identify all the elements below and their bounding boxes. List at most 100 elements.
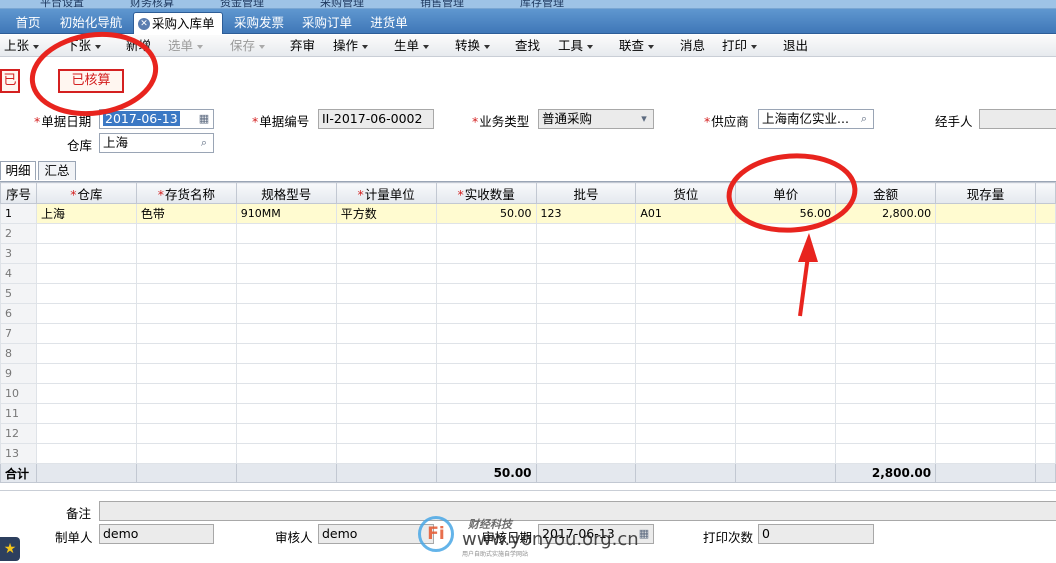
grid-cell[interactable] — [135, 443, 237, 464]
grid-cell[interactable] — [535, 263, 637, 284]
chevron-down-icon[interactable]: ▾ — [636, 111, 652, 127]
table-row[interactable]: 12 — [0, 423, 1056, 444]
grid-cell[interactable] — [135, 243, 237, 264]
close-icon[interactable]: ✕ — [138, 18, 150, 30]
grid-cell[interactable] — [835, 283, 937, 304]
grid-cell[interactable] — [35, 243, 137, 264]
top-strip-item[interactable]: 采购管理 — [320, 0, 364, 8]
grid-cell[interactable] — [635, 323, 737, 344]
grid-cell[interactable] — [135, 363, 237, 384]
favorite-star-icon[interactable]: ★ — [0, 537, 20, 561]
grid-cell[interactable] — [35, 323, 137, 344]
grid-cell[interactable] — [835, 323, 937, 344]
grid-cell[interactable] — [135, 283, 237, 304]
cell-batch[interactable]: 123 — [535, 203, 637, 224]
grid-cell[interactable] — [135, 263, 237, 284]
grid-cell[interactable] — [435, 283, 537, 304]
doc-date-field[interactable]: 2017-06-13 ▦ — [99, 109, 214, 129]
grid-cell[interactable] — [235, 223, 337, 244]
grid-cell[interactable] — [535, 363, 637, 384]
grid-cell[interactable] — [735, 223, 837, 244]
grid-cell[interactable] — [635, 263, 737, 284]
grid-cell[interactable] — [535, 423, 637, 444]
grid-cell[interactable] — [835, 423, 937, 444]
prev-record-button[interactable]: 上张 — [4, 38, 40, 54]
print-button[interactable]: 打印 — [722, 38, 758, 54]
grid-cell[interactable] — [735, 383, 837, 404]
auditor-field[interactable]: demo — [318, 524, 434, 544]
grid-cell[interactable] — [335, 423, 437, 444]
cell-location[interactable]: A01 — [635, 203, 737, 224]
save-button[interactable]: 保存 — [230, 38, 266, 54]
unaudit-button[interactable]: 弃审 — [290, 38, 315, 54]
grid-cell[interactable] — [335, 243, 437, 264]
grid-cell[interactable] — [535, 383, 637, 404]
grid-cell[interactable] — [535, 403, 637, 424]
grid-cell[interactable] — [635, 223, 737, 244]
grid-cell[interactable] — [35, 383, 137, 404]
col-header-stock[interactable]: 现存量 — [935, 182, 1036, 204]
generate-doc-button[interactable]: 生单 — [394, 38, 430, 54]
supplier-field[interactable]: 上海南亿实业... ⌕ — [758, 109, 874, 129]
grid-cell[interactable] — [935, 243, 1036, 264]
tab-detail[interactable]: 明细 — [0, 161, 36, 180]
grid-cell[interactable] — [635, 343, 737, 364]
col-header-price[interactable]: 单价 — [735, 182, 837, 204]
grid-cell[interactable] — [435, 403, 537, 424]
operate-menu-button[interactable]: 操作 — [333, 38, 369, 54]
grid-cell[interactable] — [235, 363, 337, 384]
cell-warehouse[interactable]: 上海 — [35, 203, 137, 224]
table-row[interactable]: 7 — [0, 323, 1056, 344]
grid-cell[interactable] — [335, 323, 437, 344]
maker-field[interactable]: demo — [99, 524, 214, 544]
grid-cell[interactable] — [835, 263, 937, 284]
cell-spec[interactable]: 910MM — [235, 203, 337, 224]
grid-cell[interactable] — [535, 343, 637, 364]
grid-cell[interactable] — [935, 283, 1036, 304]
grid-cell[interactable] — [835, 363, 937, 384]
grid-cell[interactable] — [735, 423, 837, 444]
tab-purchase-order[interactable]: 采购订单 — [296, 12, 358, 34]
tab-init-nav[interactable]: 初始化导航 — [56, 12, 126, 34]
grid-cell[interactable] — [535, 323, 637, 344]
col-header-qty[interactable]: *实收数量 — [435, 182, 537, 204]
biz-type-select[interactable]: 普通采购 ▾ — [538, 109, 654, 129]
grid-cell[interactable] — [835, 383, 937, 404]
grid-cell[interactable] — [135, 223, 237, 244]
table-row[interactable]: 9 — [0, 363, 1056, 384]
grid-cell[interactable] — [935, 263, 1036, 284]
grid-cell[interactable] — [335, 383, 437, 404]
search-icon[interactable]: ⌕ — [856, 111, 872, 127]
grid-cell[interactable] — [35, 403, 137, 424]
table-row[interactable]: 2 — [0, 223, 1056, 244]
grid-cell[interactable] — [635, 283, 737, 304]
grid-cell[interactable] — [135, 343, 237, 364]
table-row[interactable]: 1 上海 色带 910MM 平方数 50.00 123 A01 56.00 2,… — [0, 203, 1056, 224]
grid-cell[interactable] — [635, 403, 737, 424]
grid-cell[interactable] — [835, 243, 937, 264]
grid-cell[interactable] — [735, 243, 837, 264]
grid-cell[interactable] — [235, 283, 337, 304]
grid-cell[interactable] — [435, 303, 537, 324]
grid-cell[interactable] — [735, 403, 837, 424]
grid-cell[interactable] — [235, 303, 337, 324]
grid-cell[interactable] — [235, 243, 337, 264]
grid-cell[interactable] — [835, 443, 937, 464]
tab-purchase-receipt[interactable]: ✕ 采购入库单 — [133, 12, 223, 34]
grid-cell[interactable] — [435, 223, 537, 244]
grid-cell[interactable] — [735, 363, 837, 384]
new-button[interactable]: 新增 — [126, 38, 151, 54]
top-strip-item[interactable]: 平台设置 — [40, 0, 84, 8]
tab-stock-in[interactable]: 进货单 — [364, 12, 414, 34]
grid-cell[interactable] — [635, 303, 737, 324]
grid-cell[interactable] — [235, 443, 337, 464]
doc-code-field[interactable]: II-2017-06-0002 — [318, 109, 434, 129]
col-header-item-name[interactable]: *存货名称 — [135, 182, 237, 204]
grid-cell[interactable] — [835, 403, 937, 424]
top-strip-item[interactable]: 销售管理 — [420, 0, 464, 8]
grid-cell[interactable] — [535, 283, 637, 304]
next-record-button[interactable]: 下张 — [66, 38, 102, 54]
grid-cell[interactable] — [835, 223, 937, 244]
grid-cell[interactable] — [935, 423, 1036, 444]
grid-cell[interactable] — [135, 423, 237, 444]
